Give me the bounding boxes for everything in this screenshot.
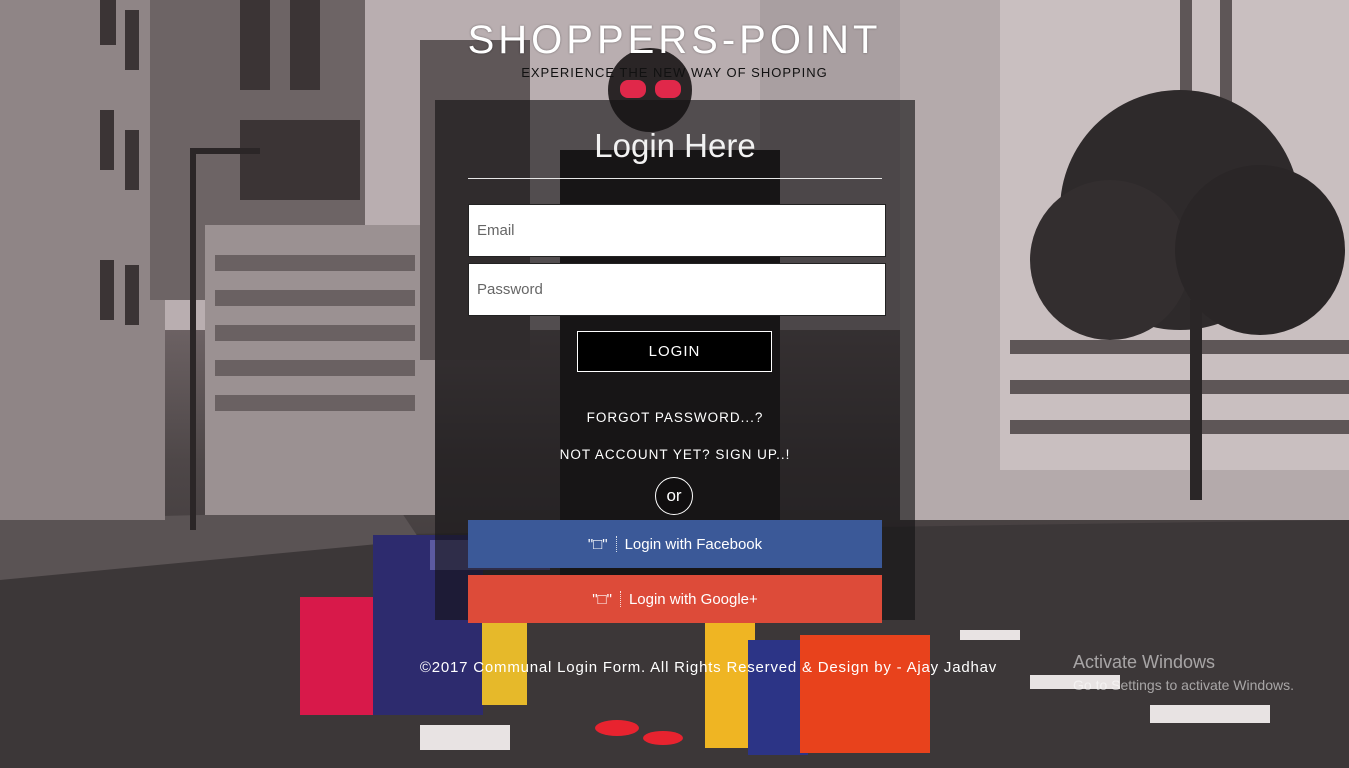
icon-separator (615, 536, 617, 552)
facebook-icon: "□" (587, 535, 608, 553)
google-login-button[interactable]: "□" Login with Google+ (468, 575, 882, 623)
page: SHOPPERS-POINT EXPERIENCE THE NEW WAY OF… (0, 0, 1349, 768)
email-input[interactable] (468, 204, 886, 257)
activate-windows-title: Activate Windows (1073, 652, 1216, 672)
activate-windows-subtitle: Go to Settings to activate Windows. (1073, 677, 1294, 693)
title-divider (468, 178, 882, 179)
login-title: Login Here (594, 127, 756, 164)
icon-separator (619, 591, 621, 607)
or-divider: or (655, 477, 693, 515)
site-title: SHOPPERS-POINT (467, 18, 882, 62)
site-tagline: EXPERIENCE THE NEW WAY OF SHOPPING (521, 65, 828, 80)
login-button[interactable]: LOGIN (577, 331, 772, 372)
google-plus-icon: "□" (592, 590, 612, 608)
signup-link[interactable]: NOT ACCOUNT YET? SIGN UP..! (435, 447, 915, 462)
facebook-login-label: Login with Facebook (624, 535, 763, 553)
password-input[interactable] (468, 263, 886, 316)
google-login-label: Login with Google+ (628, 590, 758, 608)
forgot-password-link[interactable]: FORGOT PASSWORD...? (435, 410, 915, 425)
footer-copyright: ©2017 Communal Login Form. All Rights Re… (419, 659, 998, 676)
facebook-login-button[interactable]: "□" Login with Facebook (468, 520, 882, 568)
